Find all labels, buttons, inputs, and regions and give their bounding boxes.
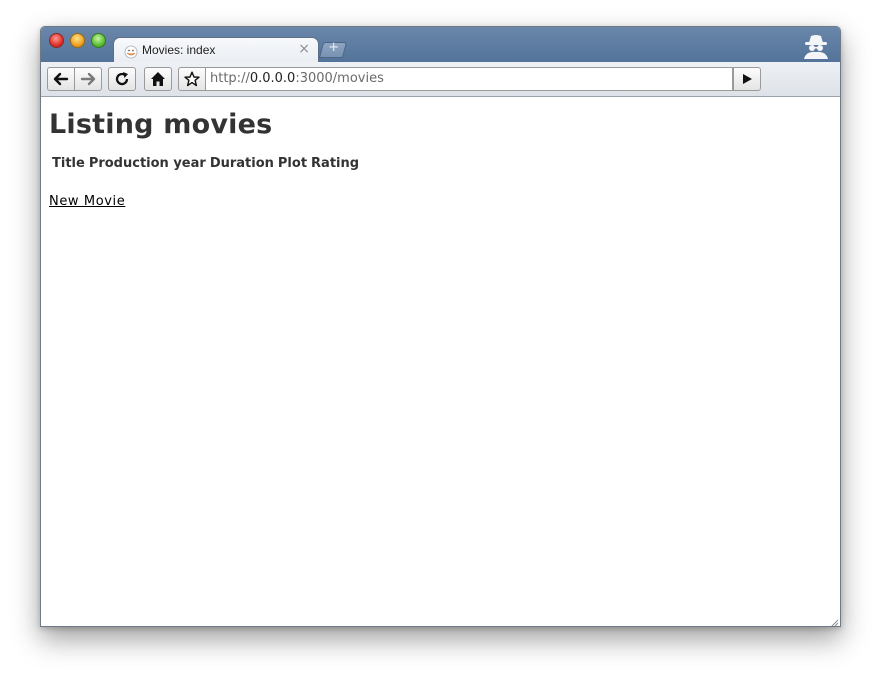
tab-title: Movies: index bbox=[142, 43, 216, 57]
browser-window: Movies: index × + http://0.0.0.0:3000/mo… bbox=[40, 26, 841, 627]
table-header-row: Title Production year Duration Plot Rati… bbox=[51, 155, 360, 172]
page-title: Listing movies bbox=[49, 109, 273, 140]
tab-movies-index[interactable]: Movies: index × bbox=[113, 37, 319, 64]
resize-grip-icon[interactable] bbox=[828, 614, 839, 626]
url-text: http://0.0.0.0:3000/movies bbox=[210, 71, 384, 86]
movies-table: Title Production year Duration Plot Rati… bbox=[49, 153, 362, 174]
reload-button[interactable] bbox=[108, 67, 136, 91]
home-icon bbox=[151, 72, 165, 86]
page-favicon-icon bbox=[124, 44, 138, 59]
incognito-icon bbox=[800, 33, 832, 59]
forward-icon bbox=[80, 72, 96, 86]
bookmark-star-icon bbox=[184, 71, 200, 87]
page-content: Listing movies Title Production year Dur… bbox=[41, 97, 840, 626]
address-bar[interactable]: http://0.0.0.0:3000/movies bbox=[206, 67, 733, 91]
back-button[interactable] bbox=[47, 67, 75, 91]
reload-icon bbox=[115, 72, 129, 86]
url-scheme: http:// bbox=[210, 71, 250, 86]
minimize-window-button[interactable] bbox=[70, 33, 85, 48]
url-host: 0.0.0.0 bbox=[249, 71, 296, 86]
close-window-button[interactable] bbox=[49, 33, 64, 48]
go-button[interactable] bbox=[733, 67, 761, 91]
title-bar: Movies: index × + bbox=[41, 27, 840, 64]
column-header-production-year: Production year bbox=[88, 156, 206, 171]
bookmark-button[interactable] bbox=[178, 67, 206, 91]
tab-close-icon[interactable]: × bbox=[298, 41, 310, 57]
forward-button[interactable] bbox=[74, 67, 102, 91]
go-icon bbox=[743, 74, 752, 84]
column-header-plot: Plot bbox=[277, 156, 308, 171]
zoom-window-button[interactable] bbox=[91, 33, 106, 48]
url-path: :3000/movies bbox=[295, 71, 384, 86]
column-header-duration: Duration bbox=[209, 156, 274, 171]
new-tab-button[interactable]: + bbox=[318, 40, 348, 58]
column-header-title: Title bbox=[52, 156, 85, 171]
home-button[interactable] bbox=[144, 67, 172, 91]
new-movie-link[interactable]: New Movie bbox=[49, 194, 125, 209]
back-icon bbox=[53, 72, 69, 86]
plus-icon: + bbox=[328, 40, 340, 55]
column-header-rating: Rating bbox=[311, 156, 360, 171]
browser-toolbar: http://0.0.0.0:3000/movies bbox=[41, 62, 840, 97]
